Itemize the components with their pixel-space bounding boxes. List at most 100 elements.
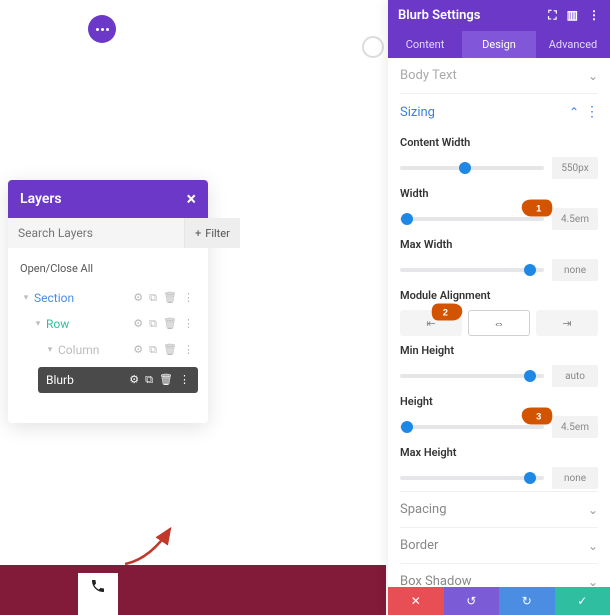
- field-width: Width 4.5em 1: [400, 181, 598, 232]
- tab-content[interactable]: Content: [388, 31, 462, 58]
- bottom-bar: [0, 565, 386, 615]
- layers-panel: Layers × + Filter Open/Close All ▾ Sectio…: [8, 180, 208, 423]
- section-label: Border: [400, 538, 438, 553]
- more-icon[interactable]: ⋮: [183, 291, 194, 305]
- duplicate-icon[interactable]: ⧉: [149, 317, 157, 331]
- chevron-down-icon: ⌄: [588, 575, 598, 588]
- tree-row-row[interactable]: ▾ Row ⚙ ⧉ 🗑 ⋮: [18, 311, 198, 337]
- min-height-slider[interactable]: [400, 374, 544, 378]
- height-value[interactable]: 4.5em: [552, 416, 598, 438]
- section-box-shadow[interactable]: Box Shadow ⌄: [400, 563, 598, 587]
- section-label: Sizing: [400, 105, 435, 120]
- section-label: Box Shadow: [400, 574, 472, 587]
- close-icon[interactable]: ×: [186, 189, 196, 210]
- tree-section-row[interactable]: ▾ Section ⚙ ⧉ 🗑 ⋮: [18, 285, 198, 311]
- plus-icon: +: [195, 227, 201, 240]
- open-close-all[interactable]: Open/Close All: [18, 258, 198, 285]
- undo-button[interactable]: ↺: [444, 587, 500, 615]
- caret-down-icon: ▾: [22, 293, 30, 303]
- min-height-value[interactable]: auto: [552, 365, 598, 387]
- width-slider[interactable]: [400, 217, 544, 221]
- layers-header: Layers ×: [8, 180, 208, 218]
- section-label: Section: [34, 291, 74, 305]
- layers-title: Layers: [20, 191, 62, 207]
- annotation-arrow: [120, 519, 180, 569]
- section-spacing[interactable]: Spacing ⌄: [400, 491, 598, 527]
- gear-icon[interactable]: ⚙: [129, 373, 139, 387]
- more-icon[interactable]: ⋮: [179, 373, 190, 387]
- more-icon[interactable]: ⋮: [183, 317, 194, 331]
- save-button[interactable]: ✓: [555, 587, 610, 615]
- field-min-height: Min Height auto: [400, 338, 598, 389]
- max-width-slider[interactable]: [400, 268, 544, 272]
- more-icon[interactable]: ⋮: [183, 343, 194, 357]
- gear-icon[interactable]: ⚙: [133, 291, 143, 305]
- gear-icon[interactable]: ⚙: [133, 317, 143, 331]
- height-slider[interactable]: [400, 425, 544, 429]
- section-border[interactable]: Border ⌄: [400, 527, 598, 563]
- tab-design[interactable]: Design: [462, 31, 536, 58]
- field-module-alignment: Module Alignment ⇤ ⇔ ⇥ 2: [400, 283, 598, 338]
- duplicate-icon[interactable]: ⧉: [145, 373, 153, 387]
- filter-button[interactable]: + Filter: [184, 218, 240, 248]
- tablet-icon[interactable]: ▥: [567, 8, 578, 23]
- more-icon[interactable]: ⋮: [588, 8, 600, 23]
- trash-icon[interactable]: 🗑: [163, 317, 177, 331]
- trash-icon[interactable]: 🗑: [159, 373, 173, 387]
- section-body-text[interactable]: Body Text ⌄: [400, 58, 598, 93]
- phone-icon: [90, 578, 106, 594]
- duplicate-icon[interactable]: ⧉: [149, 343, 157, 357]
- redo-button[interactable]: ↻: [499, 587, 555, 615]
- edge-badge: [362, 36, 384, 58]
- align-left-button[interactable]: ⇤: [400, 310, 462, 336]
- trash-icon[interactable]: 🗑: [163, 343, 177, 357]
- width-value[interactable]: 4.5em: [552, 208, 598, 230]
- max-width-value[interactable]: none: [552, 259, 598, 281]
- field-label: Content Width: [400, 136, 598, 149]
- search-input[interactable]: [8, 218, 184, 248]
- save-bar: ✕ ↺ ↻ ✓: [388, 587, 610, 615]
- field-content-width: Content Width 550px: [400, 130, 598, 181]
- tree-blurb-row[interactable]: Blurb ⚙ ⧉ 🗑 ⋮: [38, 367, 198, 393]
- filter-label: Filter: [205, 227, 230, 240]
- field-label: Max Width: [400, 238, 598, 251]
- field-label: Module Alignment: [400, 289, 598, 302]
- content-width-value[interactable]: 550px: [552, 157, 598, 179]
- align-right-button[interactable]: ⇥: [536, 310, 598, 336]
- chevron-down-icon: ⌄: [588, 503, 598, 517]
- tab-advanced[interactable]: Advanced: [536, 31, 610, 58]
- section-label: Spacing: [400, 502, 447, 517]
- fab-more-button[interactable]: [88, 15, 116, 43]
- section-label: Body Text: [400, 68, 457, 83]
- cancel-button[interactable]: ✕: [388, 587, 444, 615]
- field-max-width: Max Width none: [400, 232, 598, 283]
- settings-panel: Blurb Settings ⛶ ▥ ⋮ Content Design Adva…: [388, 0, 610, 615]
- caret-down-icon: ▾: [34, 319, 42, 329]
- field-label: Height: [400, 395, 598, 408]
- blurb-label: Blurb: [46, 373, 74, 387]
- layers-search-row: + Filter: [8, 218, 208, 248]
- tree-column-row[interactable]: ▾ Column ⚙ ⧉ 🗑 ⋮: [18, 337, 198, 363]
- ellipsis-icon: [96, 28, 109, 31]
- duplicate-icon[interactable]: ⧉: [149, 291, 157, 305]
- max-height-value[interactable]: none: [552, 467, 598, 489]
- chevron-down-icon: ⌄: [588, 539, 598, 553]
- gear-icon[interactable]: ⚙: [133, 343, 143, 357]
- field-label: Max Height: [400, 446, 598, 459]
- content-width-slider[interactable]: [400, 166, 544, 170]
- settings-title: Blurb Settings: [398, 8, 481, 23]
- chevron-up-icon: ⌃: [569, 105, 579, 119]
- expand-icon[interactable]: ⛶: [548, 8, 556, 23]
- caret-down-icon: ▾: [46, 345, 54, 355]
- max-height-slider[interactable]: [400, 476, 544, 480]
- row-label: Row: [46, 317, 69, 331]
- field-label: Width: [400, 187, 598, 200]
- column-label: Column: [58, 343, 99, 357]
- more-icon[interactable]: ⋮: [585, 104, 598, 120]
- field-height: Height 4.5em 3: [400, 389, 598, 440]
- call-module-preview[interactable]: [78, 573, 118, 615]
- field-max-height: Max Height none: [400, 440, 598, 491]
- section-sizing[interactable]: Sizing ⌃ ⋮: [400, 93, 598, 130]
- trash-icon[interactable]: 🗑: [163, 291, 177, 305]
- align-center-button[interactable]: ⇔: [468, 310, 530, 336]
